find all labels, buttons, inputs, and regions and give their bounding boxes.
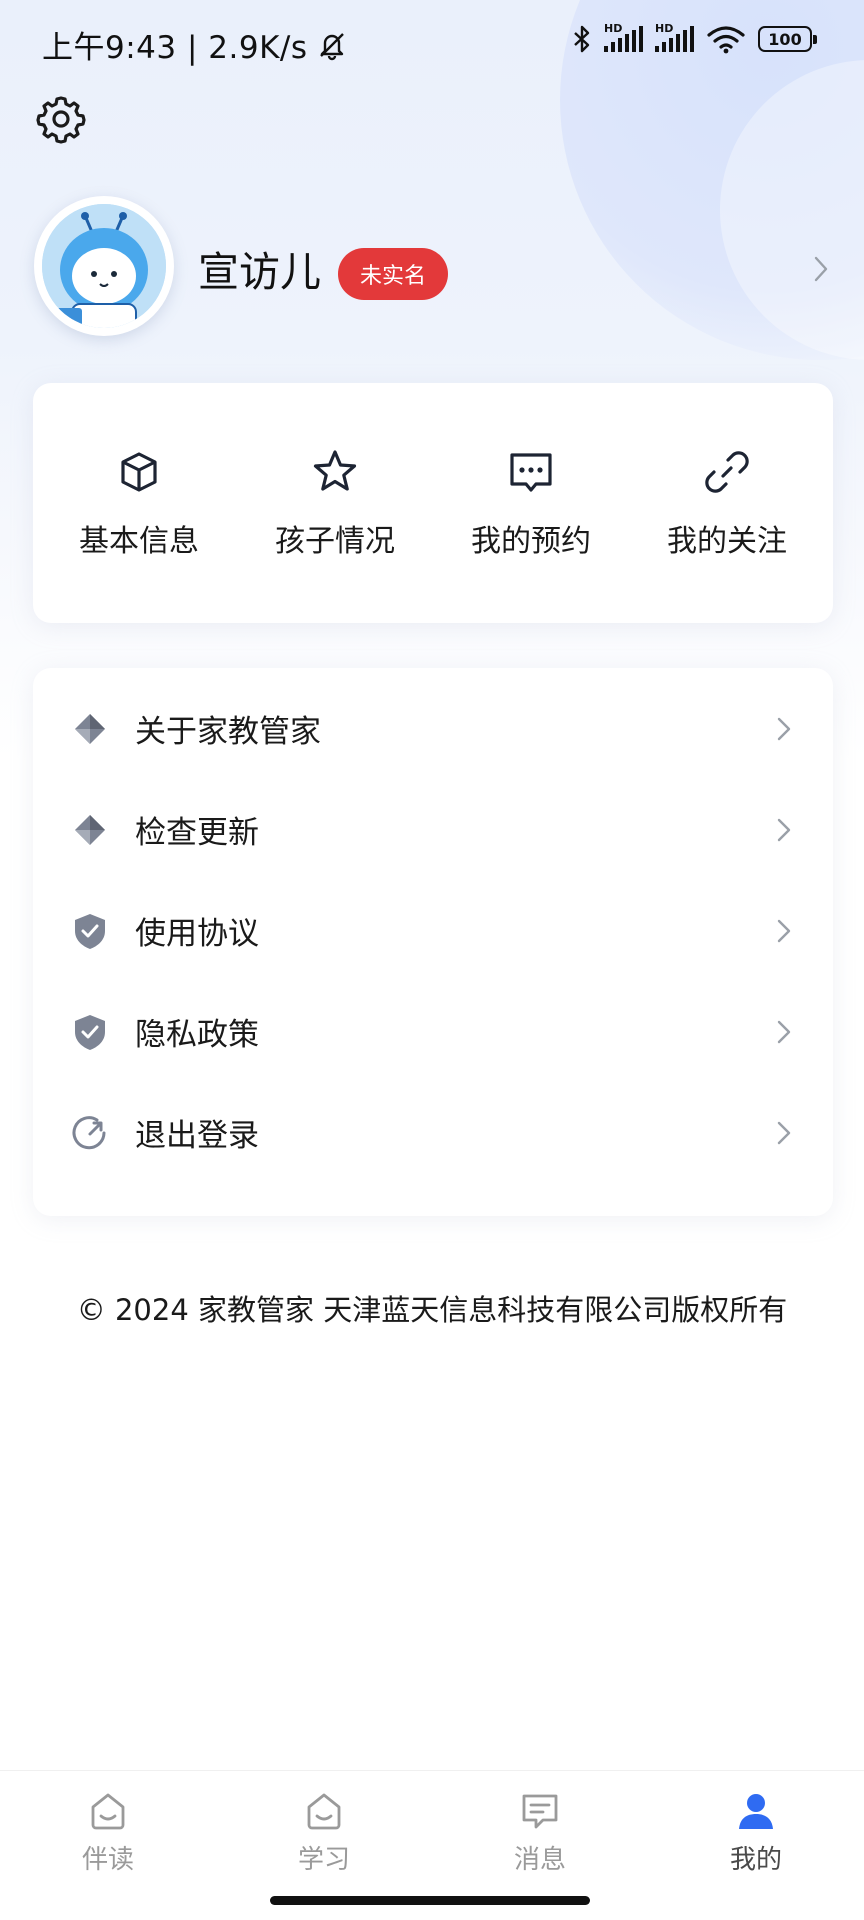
chevron-right-icon [777,818,791,841]
menu-item-check-update[interactable]: 检查更新 [33,779,833,880]
battery-level: 100 [768,29,802,49]
signal-hd-label: HD [655,22,674,35]
settings-menu-card: 关于家教管家 检查更新 使用协议 隐私政策 退出登录 [33,668,833,1216]
chevron-right-icon[interactable] [810,254,832,284]
tab-companion-reading[interactable]: 伴读 [0,1771,216,1920]
copyright-footer: © 2024 家教管家 天津蓝天信息科技有限公司版权所有 [76,1293,788,1327]
cube-icon [121,452,157,492]
chevron-right-icon [777,717,791,740]
header-background [0,0,864,760]
status-right: HD HD 100 [572,22,817,54]
menu-item-logout[interactable]: 退出登录 [33,1082,833,1183]
tab-label: 伴读 [81,1845,134,1875]
diamond-icon [69,708,111,750]
chevron-right-icon [777,919,791,942]
menu-item-privacy-policy[interactable]: 隐私政策 [33,981,833,1082]
quick-action-label: 我的预约 [471,524,591,559]
verification-badge[interactable]: 未实名 [338,248,449,300]
cellular-signal-icon: HD [604,22,643,52]
menu-item-label: 使用协议 [135,916,259,952]
profile-header[interactable]: 宣访儿 未实名 [34,196,834,336]
diamond-icon [69,809,111,851]
quick-action-label: 基本信息 [79,524,199,559]
avatar-illustration [42,204,166,328]
mute-bell-icon [319,32,344,60]
shield-check-icon [69,910,111,952]
home-icon [307,1793,341,1830]
tab-mine[interactable]: 我的 [648,1771,864,1920]
menu-item-label: 隐私政策 [135,1017,259,1053]
wifi-icon [707,26,745,54]
chevron-right-icon [777,1020,791,1043]
status-bar: 上午9:43 | 2.9K/s HD HD 100 [0,0,864,82]
quick-action-label: 我的关注 [667,524,787,559]
status-time-speed: 上午9:43 | 2.9K/s [42,30,308,66]
avatar[interactable] [34,196,174,336]
quick-action-my-follows[interactable]: 我的关注 [637,446,817,560]
quick-action-my-appointments[interactable]: 我的预约 [441,446,621,560]
shield-check-icon [69,1011,111,1053]
tab-label: 学习 [297,1845,350,1875]
logout-icon [69,1112,111,1154]
tab-label: 我的 [729,1845,782,1875]
tab-label: 消息 [513,1845,566,1875]
quick-actions-card: 基本信息 孩子情况 我的预约 我的关注 [33,383,833,623]
signal-hd-label: HD [604,22,623,35]
chevron-right-icon [777,1121,791,1144]
battery-icon: 100 [758,26,817,52]
username: 宣访儿 [198,248,321,296]
avatar-image [42,204,166,328]
link-icon [705,451,749,493]
quick-action-child-status[interactable]: 孩子情况 [245,446,425,560]
settings-gear-icon[interactable] [34,92,88,146]
user-icon [739,1794,773,1829]
home-icon [91,1793,125,1830]
home-indicator [270,1896,590,1905]
message-icon [522,1794,558,1829]
menu-item-label: 关于家教管家 [135,714,321,750]
status-left: 上午9:43 | 2.9K/s [42,22,348,67]
bluetooth-icon [574,25,590,53]
menu-item-user-agreement[interactable]: 使用协议 [33,880,833,981]
menu-item-label: 检查更新 [135,815,259,851]
quick-action-label: 孩子情况 [275,524,395,559]
cellular-signal-icon: HD [655,22,694,52]
star-icon [313,450,357,491]
quick-action-basic-info[interactable]: 基本信息 [49,446,229,560]
menu-item-about[interactable]: 关于家教管家 [33,678,833,779]
chat-bubble-icon [510,453,552,492]
menu-item-label: 退出登录 [135,1118,259,1154]
